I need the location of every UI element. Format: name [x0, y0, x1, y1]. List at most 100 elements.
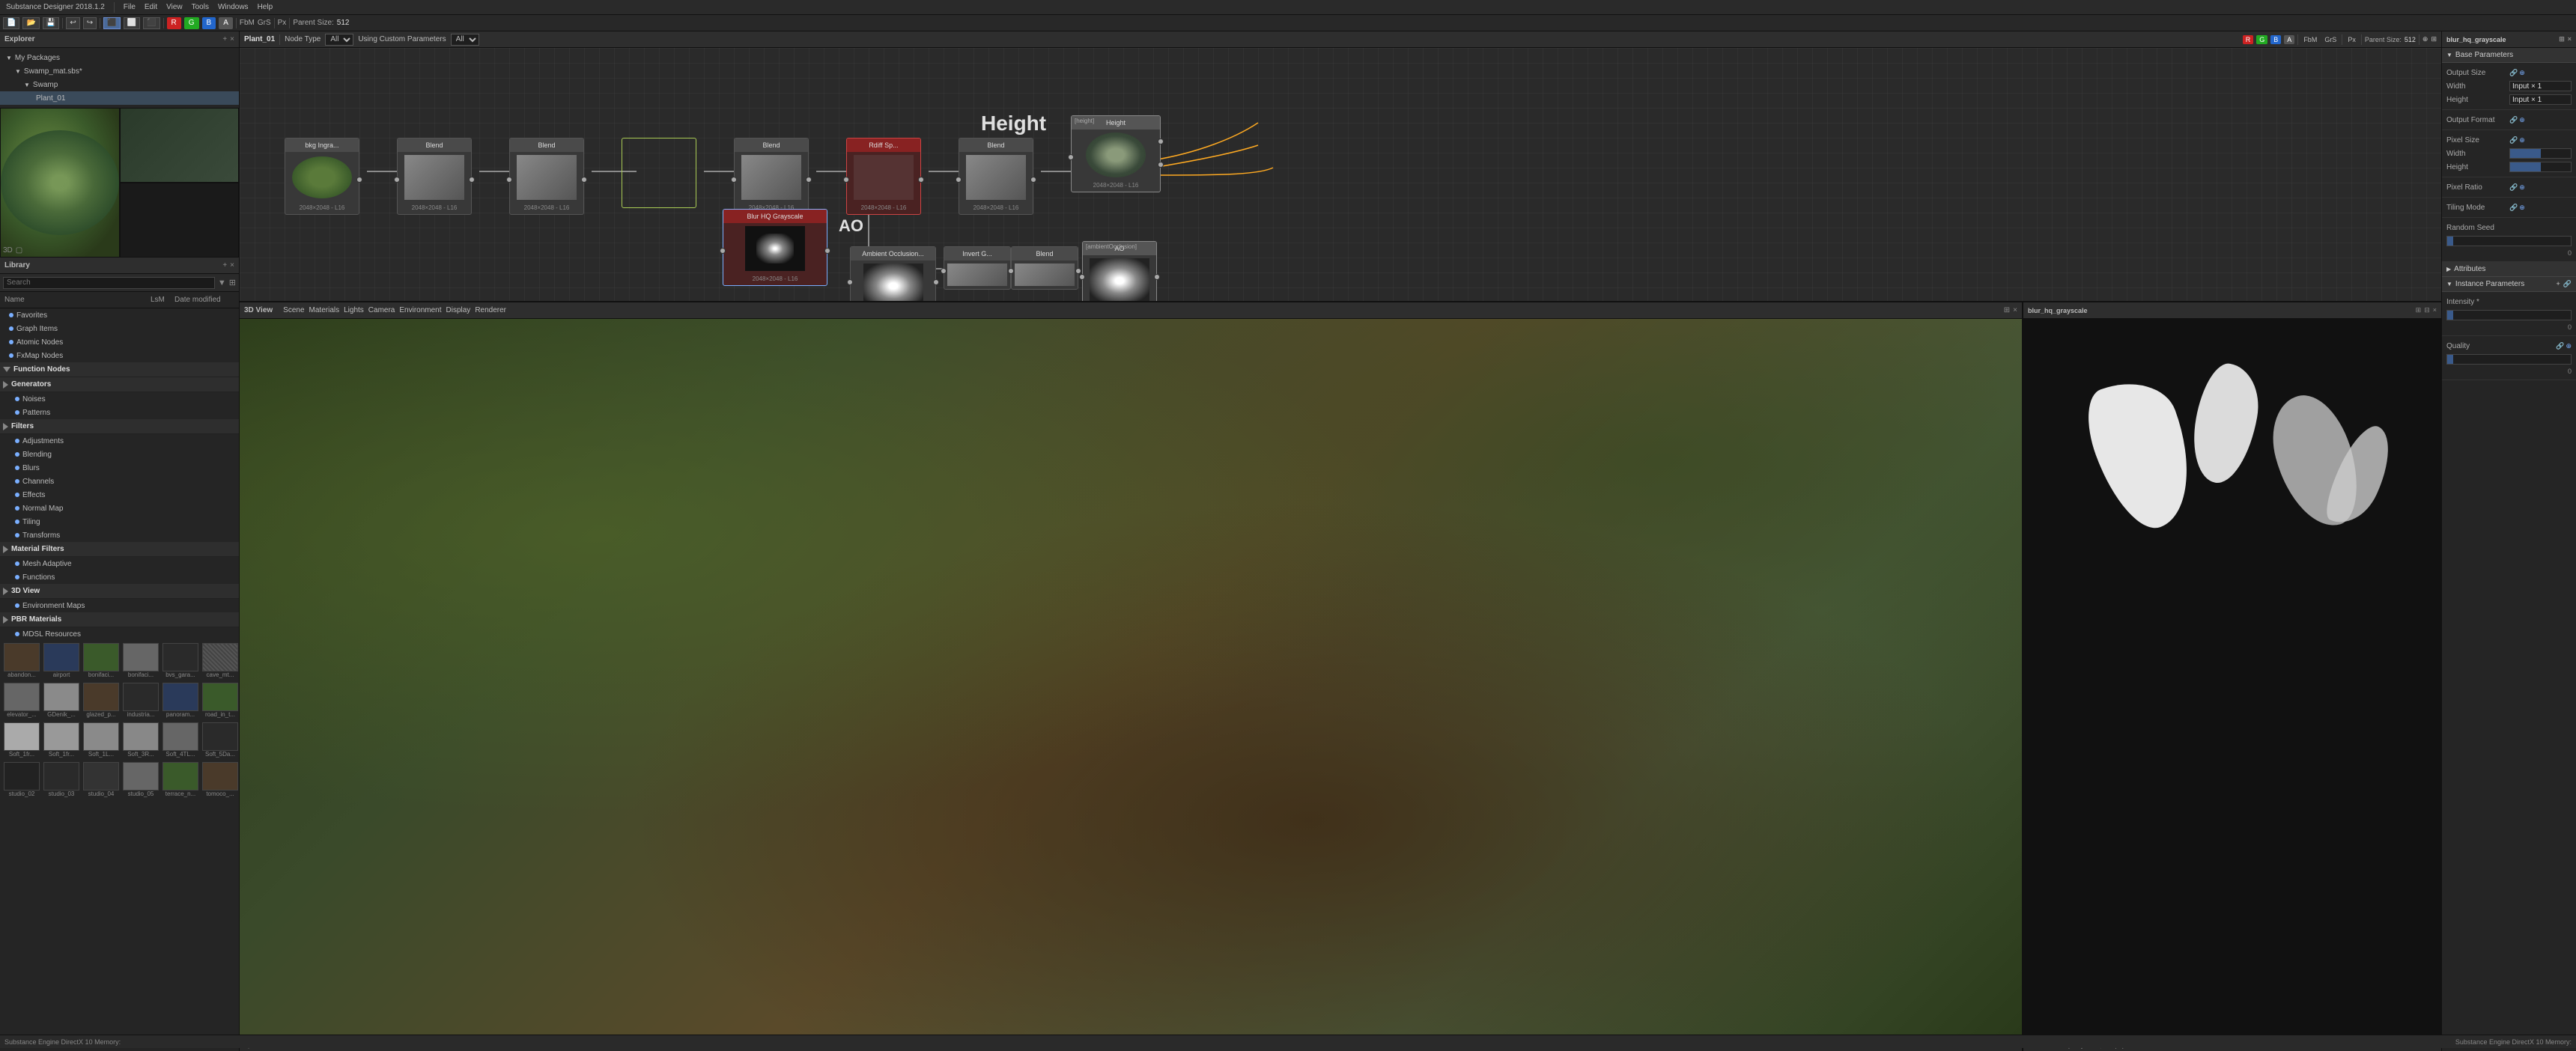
attributes-section[interactable]: ▶ Attributes: [2442, 262, 2576, 277]
tree-packages[interactable]: ▼ My Packages: [0, 51, 239, 64]
lib-function-nodes[interactable]: Function Nodes: [0, 362, 239, 377]
node-graph[interactable]: Height AO: [240, 48, 2441, 302]
lib-normal-map[interactable]: Normal Map: [0, 502, 239, 515]
tab-display[interactable]: Display: [446, 306, 471, 314]
colored-tab-a[interactable]: A: [219, 17, 233, 29]
colored-tab-b[interactable]: B: [202, 17, 216, 29]
zoom-fit-btn[interactable]: ⊞: [2431, 35, 2437, 43]
tab-camera[interactable]: Camera: [368, 306, 395, 314]
node-blend4[interactable]: Blend 2048×2048 - L16: [959, 138, 1033, 215]
node-blur-hq-gray[interactable]: Blur HQ Grayscale 2048×2048 - L16: [723, 209, 827, 286]
preview-icon-3d[interactable]: 3D: [3, 246, 13, 255]
grs-btn[interactable]: GrS: [2322, 36, 2339, 43]
thumb-soft2[interactable]: [43, 722, 79, 751]
lib-channels[interactable]: Channels: [0, 475, 239, 488]
node-blend1-in[interactable]: [394, 177, 400, 183]
pixel-width-slider[interactable]: [2509, 148, 2572, 159]
node-rdiff-sp-out[interactable]: [918, 177, 924, 183]
lib-atomic-nodes[interactable]: Atomic Nodes: [0, 335, 239, 349]
thumb-boni2[interactable]: [123, 643, 159, 671]
thumb-soft3[interactable]: [83, 722, 119, 751]
lib-adjustments[interactable]: Adjustments: [0, 434, 239, 448]
node-blend3-in[interactable]: [731, 177, 737, 183]
thumb-soft6[interactable]: [202, 722, 238, 751]
thumb-cave[interactable]: [202, 643, 238, 671]
node-ao-out[interactable]: [1154, 274, 1160, 280]
undo-btn[interactable]: ↩: [66, 17, 79, 29]
thumb-road[interactable]: [202, 683, 238, 711]
thumb-studio4[interactable]: [83, 762, 119, 790]
node-invert-g-in[interactable]: [941, 268, 947, 274]
thumb-soft1[interactable]: [4, 722, 40, 751]
gs-btn-2[interactable]: ⊟: [2424, 306, 2430, 314]
lib-close-btn[interactable]: ×: [230, 261, 234, 269]
lib-blending[interactable]: Blending: [0, 448, 239, 461]
lib-env-maps[interactable]: Environment Maps: [0, 599, 239, 612]
explorer-close-btn[interactable]: ×: [230, 35, 234, 43]
props-expand-btn[interactable]: ⊞: [2559, 35, 2565, 43]
colored-btn-g[interactable]: G: [2256, 35, 2267, 44]
redo-btn[interactable]: ↪: [83, 17, 97, 29]
thumb-soft5[interactable]: [162, 722, 198, 751]
menu-tools[interactable]: Tools: [192, 3, 209, 11]
thumb-indu[interactable]: [123, 683, 159, 711]
node-bkg-ingra[interactable]: bkg Ingra... 2048×2048 - L16: [285, 138, 359, 215]
tab-renderer[interactable]: Renderer: [475, 306, 506, 314]
thumb-glaz[interactable]: [83, 683, 119, 711]
thumb-tomoco[interactable]: [202, 762, 238, 790]
node-rdiff-sp[interactable]: Rdiff Sp... 2048×2048 - L16: [846, 138, 921, 215]
node-blend2-out[interactable]: [581, 177, 587, 183]
menu-help[interactable]: Help: [258, 3, 273, 11]
lib-pbr-materials[interactable]: PBR Materials: [0, 612, 239, 627]
node-blend3[interactable]: Blend 2048×2048 - L16: [734, 138, 809, 215]
lib-filters[interactable]: Filters: [0, 419, 239, 434]
node-ambient-occ[interactable]: Ambient Occlusion...: [850, 246, 936, 302]
pixel-ratio-btn[interactable]: ⊕: [2519, 183, 2525, 192]
lib-blurs[interactable]: Blurs: [0, 461, 239, 475]
node-ao[interactable]: AO [ambientOcclusion]: [1082, 241, 1157, 302]
save-btn[interactable]: 💾: [43, 17, 59, 29]
intensity-slider[interactable]: [2446, 310, 2572, 320]
gs-btn-1[interactable]: ⊞: [2416, 306, 2422, 314]
lib-noises[interactable]: Noises: [0, 392, 239, 406]
open-btn[interactable]: 📂: [22, 17, 39, 29]
lib-mesh-adaptive[interactable]: Mesh Adaptive: [0, 557, 239, 570]
lib-patterns[interactable]: Patterns: [0, 406, 239, 419]
node-blend4-in[interactable]: [956, 177, 962, 183]
node-type-select[interactable]: All: [325, 34, 353, 46]
node-blur-hq-gray-in[interactable]: [720, 248, 726, 254]
3d-view-expand-btn[interactable]: ⊞: [2004, 306, 2010, 314]
node-blend1-out[interactable]: [469, 177, 475, 183]
node-blend5[interactable]: Blend: [1011, 246, 1078, 290]
thumb-abandon[interactable]: [4, 643, 40, 671]
quality-btn[interactable]: ⊕: [2566, 342, 2572, 350]
thumb-soft4[interactable]: [123, 722, 159, 751]
base-params-section[interactable]: ▼ Base Parameters: [2442, 48, 2576, 63]
thumb-terrace[interactable]: [162, 762, 198, 790]
view-btn-2[interactable]: ⬜: [124, 17, 140, 29]
thumb-boni1[interactable]: [83, 643, 119, 671]
thumb-gden[interactable]: [43, 683, 79, 711]
node-blend4-out[interactable]: [1030, 177, 1036, 183]
colored-btn-a[interactable]: A: [2284, 35, 2294, 44]
node-blend1[interactable]: Blend 2048×2048 - L16: [397, 138, 472, 215]
lib-3d-view[interactable]: 3D View: [0, 584, 239, 599]
colored-btn-r[interactable]: R: [2243, 35, 2254, 44]
instance-add-btn[interactable]: +: [2557, 280, 2560, 288]
explorer-add-btn[interactable]: +: [222, 35, 227, 43]
pixel-size-btn[interactable]: ⊕: [2519, 136, 2525, 144]
using-params-select[interactable]: All: [451, 34, 479, 46]
tiling-btn[interactable]: ⊕: [2519, 204, 2525, 212]
lib-mdsl[interactable]: MDSL Resources: [0, 627, 239, 641]
instance-chain-btn[interactable]: 🔗: [2563, 280, 2572, 288]
thumb-airport[interactable]: [43, 643, 79, 671]
gs-close[interactable]: ×: [2433, 306, 2437, 314]
view-btn-1[interactable]: ⬛: [103, 17, 120, 29]
props-close-btn[interactable]: ×: [2568, 35, 2572, 43]
lib-tiling[interactable]: Tiling: [0, 515, 239, 528]
lib-add-btn[interactable]: +: [222, 261, 227, 269]
output-format-btn[interactable]: ⊕: [2519, 116, 2525, 124]
thumb-studio5[interactable]: [123, 762, 159, 790]
lib-functions[interactable]: Functions: [0, 570, 239, 584]
node-ambient-occ-out[interactable]: [933, 279, 939, 285]
